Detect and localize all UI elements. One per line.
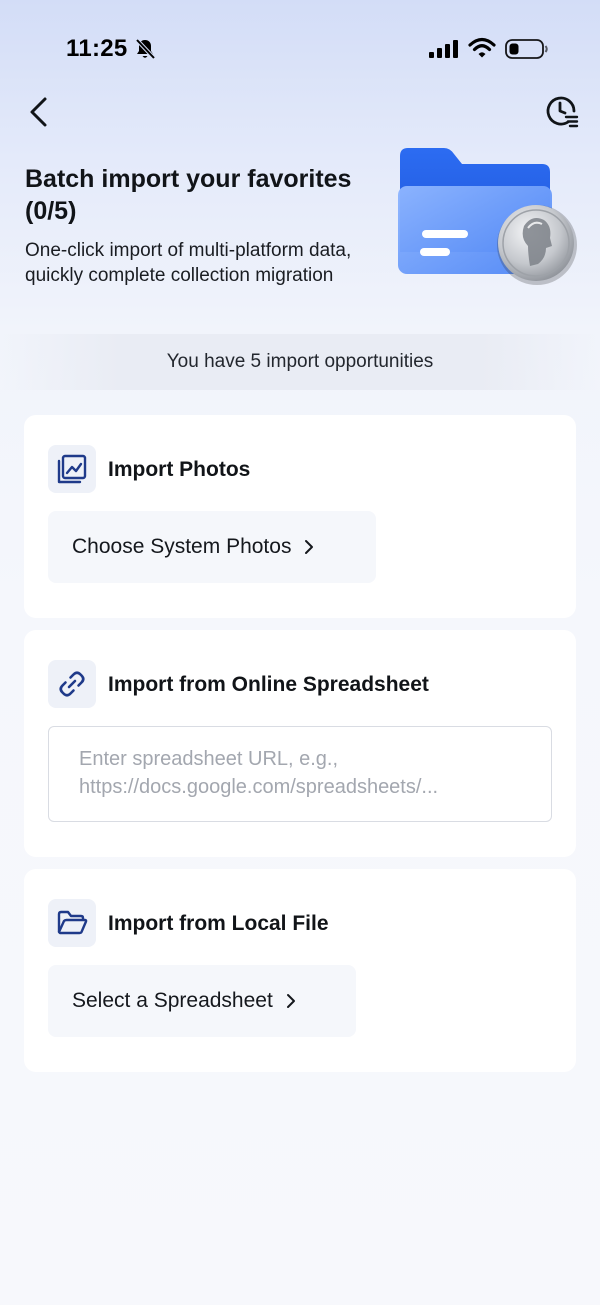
clock-list-icon [546,96,579,128]
folder-icon-box [48,899,96,947]
link-icon-box [48,660,96,708]
photo-icon-box [48,445,96,493]
choose-system-photos-button[interactable]: Choose System Photos [48,511,376,583]
page-title: Batch import your favorites (0/5) [25,165,352,225]
chevron-left-icon [30,97,47,127]
select-spreadsheet-button[interactable]: Select a Spreadsheet [48,965,356,1037]
import-photos-title: Import Photos [108,458,251,481]
bell-slash-icon [135,38,156,60]
history-button[interactable] [540,92,584,132]
import-photos-card: Import Photos Choose System Photos [24,415,576,618]
folder-with-coin-illustration [398,148,577,285]
import-opportunities-banner: You have 5 import opportunities [0,334,600,390]
spreadsheet-url-input[interactable]: Enter spreadsheet URL, e.g., https://doc… [48,726,552,822]
select-spreadsheet-label: Select a Spreadsheet [72,989,273,1012]
page-subtitle: One-click import of multi-platform data,… [25,240,352,286]
import-online-spreadsheet-card: Import from Online Spreadsheet Enter spr… [24,630,576,857]
chevron-right-icon [305,540,314,554]
wifi-icon [468,37,496,58]
cellular-signal-icon [429,40,458,58]
chevron-right-icon [286,994,295,1008]
link-icon [59,671,85,697]
status-time: 11:25 [66,35,128,62]
choose-system-photos-label: Choose System Photos [72,535,292,558]
photo-icon [57,454,87,484]
import-online-spreadsheet-title: Import from Online Spreadsheet [108,673,429,696]
import-local-file-card: Import from Local File Select a Spreadsh… [24,869,576,1072]
battery-low-icon [505,39,548,59]
back-button[interactable] [18,92,58,132]
import-local-file-title: Import from Local File [108,912,329,935]
folder-open-icon [57,910,88,935]
